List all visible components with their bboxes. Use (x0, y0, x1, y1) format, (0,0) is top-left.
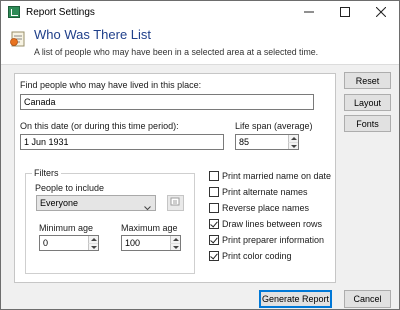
minimize-icon[interactable] (291, 1, 327, 23)
place-input[interactable]: Canada (20, 94, 314, 110)
min-age-input[interactable]: 0 (39, 235, 99, 251)
option-preparer-info[interactable]: Print preparer information (209, 235, 324, 245)
layout-button[interactable]: Layout (344, 94, 391, 111)
place-label: Find people who may have lived in this p… (20, 80, 202, 90)
window-title: Report Settings (26, 6, 95, 18)
option-color-coding[interactable]: Print color coding (209, 251, 292, 261)
alternate-names-checkbox[interactable] (209, 187, 219, 197)
max-age-input[interactable]: 100 (121, 235, 181, 251)
lifespan-label: Life span (average) (235, 121, 313, 131)
min-age-spin-down[interactable] (88, 243, 98, 250)
max-age-spin-down[interactable] (170, 243, 180, 250)
option-draw-lines[interactable]: Draw lines between rows (209, 219, 322, 229)
people-label: People to include (35, 183, 105, 193)
date-label: On this date (or during this time period… (20, 121, 179, 131)
option-label: Print married name on date (222, 171, 332, 181)
spin-down-icon (172, 245, 179, 249)
title-bar[interactable]: Report Settings (1, 1, 399, 23)
report-settings-window: Report Settings Who Was There List A lis… (0, 0, 400, 310)
spin-up-icon (172, 238, 179, 241)
maximize-icon[interactable] (327, 1, 363, 23)
option-married-name[interactable]: Print married name on date (209, 171, 331, 181)
filter-edit-button[interactable] (167, 195, 184, 211)
lifespan-spin-down[interactable] (288, 142, 298, 149)
cancel-button[interactable]: Cancel (344, 290, 391, 308)
max-age-label: Maximum age (121, 223, 178, 233)
reset-button[interactable]: Reset (344, 72, 391, 89)
draw-lines-checkbox[interactable] (209, 219, 219, 229)
min-age-spin-up[interactable] (88, 236, 98, 243)
people-selected-value: Everyone (40, 198, 79, 208)
option-alternate-names[interactable]: Print alternate names (209, 187, 308, 197)
option-label: Reverse place names (222, 203, 310, 213)
spin-down-icon (90, 245, 97, 249)
app-icon (8, 6, 20, 18)
fonts-button[interactable]: Fonts (344, 115, 391, 132)
spin-up-icon (90, 238, 97, 241)
lifespan-value: 85 (239, 137, 250, 147)
filters-group: Filters People to include Everyone Minim… (25, 168, 195, 274)
color-coding-checkbox[interactable] (209, 251, 219, 261)
report-header: Who Was There List A list of people who … (1, 23, 399, 65)
report-icon (9, 30, 27, 48)
option-label: Print color coding (222, 251, 292, 261)
lifespan-input[interactable]: 85 (235, 134, 299, 150)
filter-edit-icon (170, 196, 181, 210)
min-age-value: 0 (43, 238, 49, 248)
chevron-down-icon (144, 201, 151, 215)
spin-up-icon (290, 137, 297, 140)
married-name-checkbox[interactable] (209, 171, 219, 181)
max-age-spin-up[interactable] (170, 236, 180, 243)
close-icon[interactable] (363, 1, 399, 23)
settings-panel: Find people who may have lived in this p… (14, 73, 336, 283)
min-age-label: Minimum age (39, 223, 94, 233)
generate-report-button[interactable]: Generate Report (259, 290, 332, 308)
report-description: A list of people who may have been in a … (34, 47, 319, 57)
lifespan-spin-up[interactable] (288, 135, 298, 142)
report-title: Who Was There List (34, 27, 152, 42)
filters-legend: Filters (32, 168, 61, 178)
people-select[interactable]: Everyone (36, 195, 156, 211)
option-label: Print alternate names (222, 187, 308, 197)
date-input[interactable]: 1 Jun 1931 (20, 134, 224, 150)
window-controls (291, 1, 399, 23)
option-reverse-place[interactable]: Reverse place names (209, 203, 309, 213)
option-label: Print preparer information (222, 235, 325, 245)
spin-down-icon (290, 144, 297, 148)
reverse-place-checkbox[interactable] (209, 203, 219, 213)
option-label: Draw lines between rows (222, 219, 323, 229)
max-age-value: 100 (125, 238, 141, 248)
preparer-info-checkbox[interactable] (209, 235, 219, 245)
